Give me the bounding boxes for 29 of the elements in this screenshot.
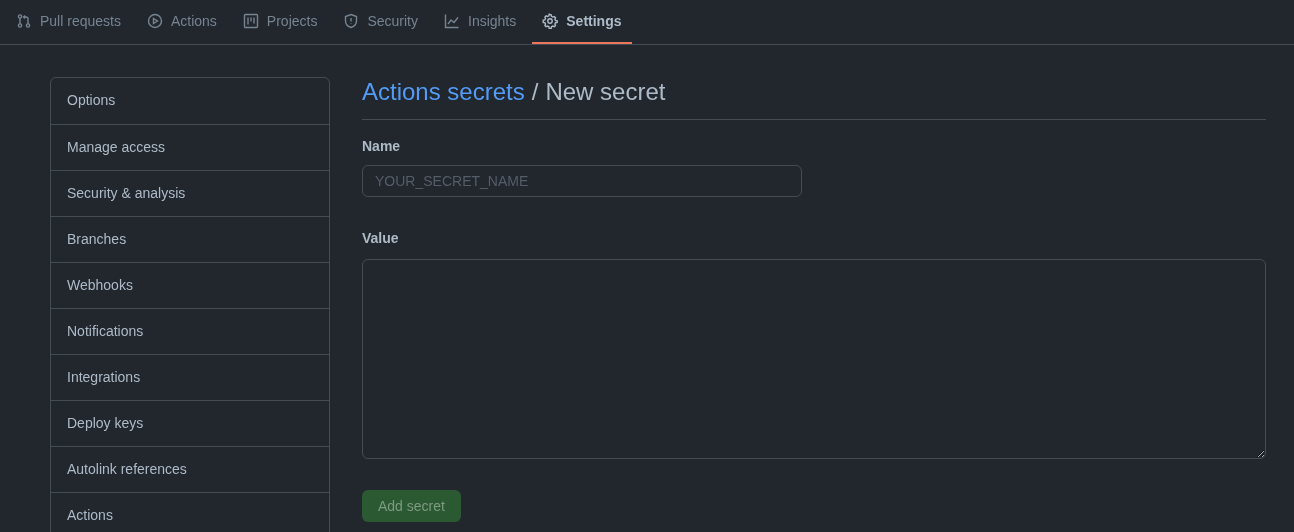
breadcrumb-link[interactable]: Actions secrets xyxy=(362,77,525,107)
nav-tab[interactable]: Insights xyxy=(434,0,527,44)
menu-item[interactable]: Webhooks xyxy=(51,262,329,308)
value-text-area[interactable] xyxy=(362,259,1266,459)
breadcrumb-separator: / xyxy=(531,77,539,107)
menu-item[interactable]: Notifications xyxy=(51,308,329,354)
play-icon xyxy=(146,13,163,29)
field-label: Name xyxy=(362,137,402,156)
menu-item[interactable]: Security & analysis xyxy=(51,170,329,216)
menu-item[interactable]: Branches xyxy=(51,216,329,262)
menu-item[interactable]: Deploy keys xyxy=(51,400,329,446)
settings-icon xyxy=(542,13,559,29)
nav-tab[interactable]: Projects xyxy=(232,0,328,44)
menu-item[interactable]: Autolink references xyxy=(51,446,329,492)
menu-item[interactable]: Options xyxy=(51,78,329,124)
line-graph-icon xyxy=(444,13,460,29)
menu-item[interactable]: Integrations xyxy=(51,354,329,400)
project-board-icon xyxy=(242,13,259,29)
nav-tab[interactable]: Actions xyxy=(136,0,227,44)
nav-tab[interactable]: Pull requests xyxy=(6,0,131,44)
shield-icon xyxy=(343,13,360,29)
menu-item[interactable]: Actions xyxy=(51,492,329,532)
nav-tab[interactable]: Security xyxy=(333,0,428,44)
pull-request-icon xyxy=(16,13,32,29)
nav-tab[interactable]: Settings xyxy=(532,0,632,44)
field-label: Value xyxy=(362,229,400,248)
page-title: New secret xyxy=(545,77,666,107)
menu-item[interactable]: Manage access xyxy=(51,124,329,170)
name-input-field[interactable]: YOUR_SECRET_NAME xyxy=(362,165,802,197)
